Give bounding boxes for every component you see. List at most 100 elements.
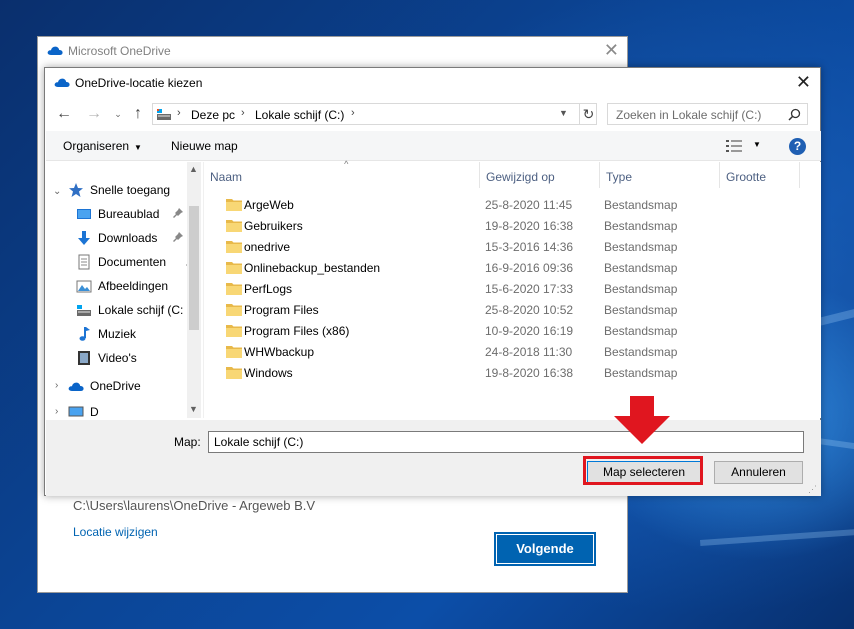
scrollbar-thumb[interactable]: [189, 206, 199, 330]
back-arrow-icon[interactable]: ←: [55, 105, 73, 123]
resize-grip-icon[interactable]: ⋰: [808, 484, 817, 495]
breadcrumb-separator[interactable]: ›: [351, 107, 355, 119]
column-header-type[interactable]: Type: [600, 162, 720, 188]
file-modified: 25-8-2020 11:45: [485, 198, 573, 212]
table-row[interactable]: Windows 19-8-2020 16:38 Bestandsmap: [204, 362, 804, 383]
dialog-titlebar: OneDrive-locatie kiezen ✕: [45, 68, 820, 97]
breadcrumb-separator[interactable]: ›: [177, 107, 181, 119]
nav-item-downloads[interactable]: Downloads: [76, 228, 188, 248]
folder-icon: [226, 241, 242, 253]
nav-item-local-disk[interactable]: Lokale schijf (C:: [76, 300, 188, 320]
video-icon: [78, 351, 90, 365]
table-row[interactable]: ArgeWeb 25-8-2020 11:45 Bestandsmap: [204, 194, 804, 215]
address-bar[interactable]: › Deze pc › Lokale schijf (C:) › ▼ ↻: [152, 103, 597, 125]
nav-item-documents[interactable]: Documenten: [76, 252, 196, 272]
pictures-icon: [76, 280, 92, 293]
desktop-icon: [77, 209, 91, 219]
onedrive-window-title: Microsoft OneDrive: [68, 44, 171, 58]
search-icon[interactable]: [788, 108, 801, 121]
folder-name-value: Lokale schijf (C:): [214, 435, 304, 449]
file-name: Windows: [244, 366, 293, 380]
column-label: Naam: [210, 170, 243, 184]
computer-icon: [68, 406, 84, 417]
file-type: Bestandsmap: [604, 198, 678, 212]
nav-item-label: Lokale schijf (C:: [98, 303, 184, 317]
view-details-icon[interactable]: [726, 140, 742, 152]
navigation-pane: ⌄ Snelle toegang Bureaublad Downloads Do…: [46, 162, 202, 418]
nav-item-label: Bureaublad: [98, 207, 160, 221]
file-type: Bestandsmap: [604, 282, 678, 296]
nav-item-label: Downloads: [98, 231, 158, 245]
column-header-size[interactable]: Grootte: [720, 162, 800, 188]
collapse-chevron-icon[interactable]: ⌄: [53, 186, 61, 197]
expand-chevron-icon[interactable]: ›: [55, 380, 58, 391]
table-row[interactable]: Onlinebackup_bestanden 16-9-2016 09:36 Bes…: [204, 257, 804, 278]
folder-picker-dialog: OneDrive-locatie kiezen ✕ ← → ⌄ ↑ › Deze…: [44, 67, 821, 496]
table-row[interactable]: Gebruikers 19-8-2020 16:38 Bestandsmap: [204, 215, 804, 236]
file-type: Bestandsmap: [604, 324, 678, 338]
address-dropdown-chevron-icon[interactable]: ▼: [559, 108, 568, 118]
file-modified: 15-3-2016 14:36: [485, 240, 574, 254]
folder-icon: [226, 199, 242, 211]
folder-icon: [226, 220, 242, 232]
nav-item-onedrive[interactable]: OneDrive: [68, 376, 188, 396]
organize-label: Organiseren: [63, 139, 130, 153]
view-options-chevron-icon[interactable]: ▼: [753, 140, 761, 149]
table-row[interactable]: WHWbackup 24-8-2018 11:30 Bestandsmap: [204, 341, 804, 362]
file-name: ArgeWeb: [244, 198, 294, 212]
nav-item-desktop[interactable]: Bureaublad: [76, 204, 188, 224]
expand-chevron-icon[interactable]: ›: [55, 406, 58, 417]
file-type: Bestandsmap: [604, 219, 678, 233]
scroll-down-icon[interactable]: ▼: [189, 404, 198, 414]
file-type: Bestandsmap: [604, 345, 678, 359]
nav-item-label: Video's: [98, 351, 137, 365]
nav-item-label: Muziek: [98, 327, 137, 341]
forward-arrow-icon[interactable]: →: [85, 105, 103, 123]
column-label: Gewijzigd op: [486, 170, 555, 184]
nav-item-videos[interactable]: Video's: [76, 348, 188, 368]
breadcrumb-separator[interactable]: ›: [241, 107, 245, 119]
change-location-link[interactable]: Locatie wijzigen: [73, 525, 158, 539]
dialog-footer: Map: Lokale schijf (C:) Map selecteren A…: [46, 420, 821, 496]
column-header-name[interactable]: Naam ^: [204, 159, 480, 188]
next-button[interactable]: Volgende: [494, 532, 596, 566]
folder-name-input[interactable]: Lokale schijf (C:): [208, 431, 804, 453]
folder-icon: [226, 304, 242, 316]
cancel-button[interactable]: Annuleren: [714, 461, 803, 484]
file-list: Naam ^ Gewijzigd op Type Grootte ArgeWeb…: [203, 159, 821, 418]
nav-item-music[interactable]: Muziek: [76, 324, 188, 344]
folder-icon: [226, 283, 242, 295]
close-icon[interactable]: ✕: [796, 72, 811, 92]
file-name: PerfLogs: [244, 282, 293, 296]
breadcrumb-this-pc[interactable]: Deze pc: [191, 108, 235, 122]
refresh-icon[interactable]: ↻: [579, 104, 597, 124]
column-header-modified[interactable]: Gewijzigd op: [480, 162, 600, 188]
onedrive-cloud-icon: [47, 46, 63, 55]
file-modified: 15-6-2020 17:33: [485, 282, 574, 296]
table-row[interactable]: PerfLogs 15-6-2020 17:33 Bestandsmap: [204, 278, 804, 299]
scroll-up-icon[interactable]: ▲: [189, 164, 198, 174]
breadcrumb-local-disk[interactable]: Lokale schijf (C:): [255, 108, 344, 122]
folder-icon: [226, 325, 242, 337]
organize-button[interactable]: Organiseren ▼: [63, 139, 142, 153]
annotation-arrow-icon: [614, 396, 670, 444]
navigation-scrollbar[interactable]: ▲ ▼: [187, 162, 201, 418]
nav-item-pictures[interactable]: Afbeeldingen: [76, 276, 188, 296]
pin-icon: [173, 208, 183, 218]
table-row[interactable]: Program Files 25-8-2020 10:52 Bestandsmap: [204, 299, 804, 320]
recent-locations-chevron-icon[interactable]: ⌄: [109, 105, 127, 123]
help-icon[interactable]: ?: [789, 138, 806, 155]
file-name: Gebruikers: [244, 219, 303, 233]
nav-item-quick-access[interactable]: Snelle toegang: [68, 180, 188, 200]
onedrive-titlebar: Microsoft OneDrive ✕: [38, 37, 627, 65]
table-row[interactable]: onedrive 15-3-2016 14:36 Bestandsmap: [204, 236, 804, 257]
search-input[interactable]: Zoeken in Lokale schijf (C:): [607, 103, 808, 125]
up-arrow-icon[interactable]: ↑: [129, 105, 147, 123]
close-icon[interactable]: ✕: [604, 40, 619, 60]
new-folder-button[interactable]: Nieuwe map: [171, 139, 238, 153]
nav-item-this-pc[interactable]: D: [68, 402, 188, 418]
table-row[interactable]: Program Files (x86) 10-9-2020 16:19 Bestan…: [204, 320, 804, 341]
file-modified: 24-8-2018 11:30: [485, 345, 573, 359]
file-modified: 25-8-2020 10:52: [485, 303, 574, 317]
nav-item-label: Snelle toegang: [90, 183, 171, 197]
